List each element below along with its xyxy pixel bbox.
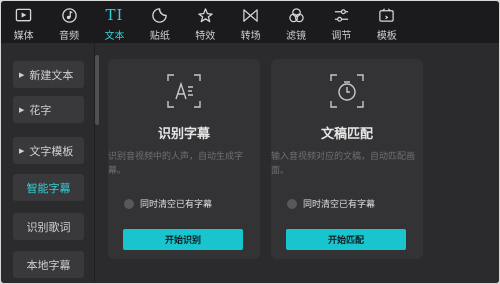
sidebar-item-local-captions[interactable]: 本地字幕 <box>13 251 84 278</box>
tab-media-label: 媒体 <box>13 31 34 42</box>
main-panel: 识别字幕 识别音视频中的人声，自动生成字幕。 同时清空已有字幕 开始识别 文稿匹… <box>95 43 499 283</box>
tab-transition-label: 转场 <box>240 31 261 42</box>
sidebar: ▶ 新建文本 ▶ 花字 ▶ 文字模板 智能字幕 识别歌词 本地字幕 <box>1 43 94 283</box>
top-toolbar: 媒体 音频 TI 文本 贴纸 特效 转场 滤镜 调节 模板 <box>1 1 499 43</box>
sidebar-item-fancy-text[interactable]: ▶ 花字 <box>13 96 84 123</box>
tab-sticker-label: 贴纸 <box>149 31 170 42</box>
tab-sticker[interactable]: 贴纸 <box>137 1 182 43</box>
adjust-icon <box>334 9 349 22</box>
card-description: 识别音视频中的人声，自动生成字幕。 <box>108 152 244 176</box>
card-description: 输入音视频对应的文稿，自动匹配画面。 <box>271 152 416 176</box>
start-recognition-button[interactable]: 开始识别 <box>123 229 243 250</box>
caret-right-icon: ▶ <box>19 105 25 114</box>
tab-audio[interactable]: 音频 <box>46 1 91 43</box>
effects-icon <box>198 8 213 23</box>
checkbox-label: 同时清空已有字幕 <box>303 200 376 210</box>
sidebar-item-new-text[interactable]: ▶ 新建文本 <box>13 61 84 88</box>
tab-effects[interactable]: 特效 <box>183 1 228 43</box>
script-match-card: 文稿匹配 输入音视频对应的文稿，自动匹配画面。 同时清空已有字幕 开始匹配 <box>271 59 423 259</box>
media-icon <box>15 8 32 22</box>
scrollbar[interactable] <box>95 55 99 125</box>
sidebar-item-text-template[interactable]: ▶ 文字模板 <box>13 137 84 164</box>
tab-text-label: 文本 <box>104 31 125 42</box>
tab-text[interactable]: TI 文本 <box>92 1 137 43</box>
card-title: 识别字幕 <box>157 127 210 142</box>
tab-filter-label: 滤镜 <box>286 31 307 42</box>
timer-match-icon <box>330 74 364 108</box>
tab-transition[interactable]: 转场 <box>228 1 273 43</box>
sidebar-item-label: 花字 <box>29 103 52 117</box>
clear-existing-captions-checkbox[interactable]: 同时清空已有字幕 <box>124 197 212 210</box>
sidebar-item-label: 本地字幕 <box>26 258 71 272</box>
tab-filter[interactable]: 滤镜 <box>273 1 318 43</box>
checkbox-label: 同时清空已有字幕 <box>140 200 213 210</box>
tab-media[interactable]: 媒体 <box>1 1 46 43</box>
sidebar-item-recognize-lyrics[interactable]: 识别歌词 <box>13 213 84 240</box>
filter-icon <box>288 8 304 23</box>
sidebar-item-label: 新建文本 <box>29 68 74 82</box>
caret-right-icon: ▶ <box>19 70 25 79</box>
tab-adjust-label: 调节 <box>331 31 352 42</box>
sidebar-item-label: 文字模板 <box>29 144 74 158</box>
sidebar-item-smart-captions[interactable]: 智能字幕 <box>13 174 84 201</box>
transition-icon <box>243 9 258 22</box>
sidebar-item-label: 识别歌词 <box>26 220 71 234</box>
template-icon <box>379 8 395 22</box>
audio-icon <box>61 8 77 23</box>
clear-existing-captions-checkbox[interactable]: 同时清空已有字幕 <box>287 197 375 210</box>
checkbox-circle[interactable] <box>124 198 134 209</box>
text-icon: TI <box>105 6 124 24</box>
tab-adjust[interactable]: 调节 <box>319 1 364 43</box>
tab-template-label: 模板 <box>376 31 397 42</box>
tab-effects-label: 特效 <box>195 31 216 42</box>
card-title: 文稿匹配 <box>320 127 373 142</box>
sidebar-item-label: 智能字幕 <box>26 181 71 195</box>
start-matching-button[interactable]: 开始匹配 <box>286 229 406 250</box>
app-window: 媒体 音频 TI 文本 贴纸 特效 转场 滤镜 调节 模板 ▶ 新建文本 ▶ 花… <box>1 1 499 283</box>
speech-text-icon <box>167 74 201 108</box>
tab-audio-label: 音频 <box>59 31 80 42</box>
checkbox-circle[interactable] <box>287 198 297 209</box>
tab-template[interactable]: 模板 <box>364 1 409 43</box>
caret-right-icon: ▶ <box>19 146 25 155</box>
sticker-icon <box>152 8 168 23</box>
recognize-captions-card: 识别字幕 识别音视频中的人声，自动生成字幕。 同时清空已有字幕 开始识别 <box>108 59 260 259</box>
